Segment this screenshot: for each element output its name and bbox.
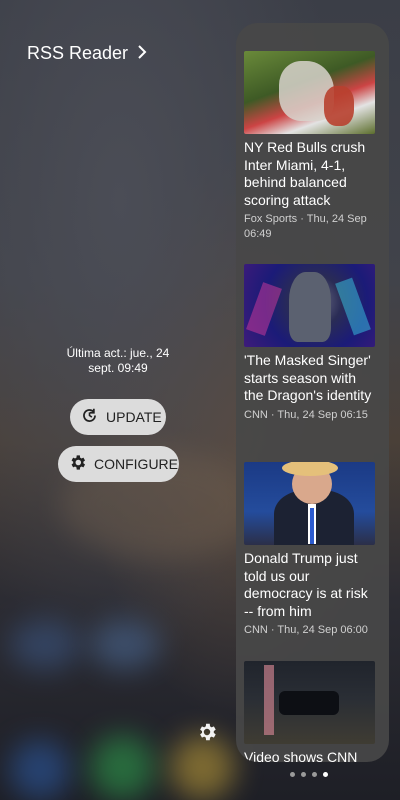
update-button[interactable]: UPDATE bbox=[70, 399, 166, 435]
feed-item-headline: 'The Masked Singer' starts season with t… bbox=[244, 352, 372, 403]
press-conference-photo bbox=[244, 462, 375, 545]
update-label: UPDATE bbox=[106, 409, 162, 425]
feed-item-headline: Video shows CNN bbox=[244, 749, 358, 762]
widget-title-link[interactable]: RSS Reader bbox=[27, 43, 148, 64]
gear-icon bbox=[68, 453, 87, 475]
page-dot bbox=[312, 772, 317, 777]
feed-item-meta: CNN · Thu, 24 Sep 06:00 bbox=[244, 624, 368, 636]
page-dot bbox=[301, 772, 306, 777]
feed-item[interactable]: Video shows CNN bbox=[244, 661, 375, 762]
feed-item-meta: CNN · Thu, 24 Sep 06:15 bbox=[244, 408, 368, 421]
feed-item[interactable]: Donald Trump just told us our democracy … bbox=[244, 462, 375, 638]
feed-item-headline: Donald Trump just told us our democracy … bbox=[244, 550, 368, 619]
configure-label: CONFIGURE bbox=[94, 456, 178, 472]
background-dock-icon bbox=[90, 735, 155, 800]
page-dot-active bbox=[323, 772, 328, 777]
configure-button[interactable]: CONFIGURE bbox=[58, 446, 179, 482]
soccer-match-photo bbox=[244, 51, 375, 134]
feed-item[interactable]: NY Red Bulls crush Inter Miami, 4-1, beh… bbox=[244, 51, 375, 242]
masked-singer-dragon-photo bbox=[244, 264, 375, 347]
background-app-icon bbox=[90, 620, 160, 670]
feed-item[interactable]: 'The Masked Singer' starts season with t… bbox=[244, 264, 375, 423]
background-app-icon bbox=[10, 620, 80, 670]
last-update-text: Última act.: jue., 24 sept. 09:49 bbox=[66, 346, 170, 375]
page-indicator bbox=[290, 772, 328, 777]
feed-item-meta: Fox Sports · Thu, 24 Sep 06:49 bbox=[244, 213, 367, 240]
night-street-photo bbox=[244, 661, 375, 744]
feed-item-headline: NY Red Bulls crush Inter Miami, 4-1, beh… bbox=[244, 139, 366, 208]
page-dot bbox=[290, 772, 295, 777]
background-dock-icon bbox=[170, 735, 235, 800]
widget-title: RSS Reader bbox=[27, 43, 129, 63]
chevron-right-icon bbox=[136, 44, 148, 64]
background-dock-icon bbox=[10, 740, 70, 800]
edge-panel[interactable]: NY Red Bulls crush Inter Miami, 4-1, beh… bbox=[236, 23, 389, 762]
refresh-icon bbox=[80, 406, 99, 428]
gear-icon[interactable] bbox=[196, 721, 218, 743]
